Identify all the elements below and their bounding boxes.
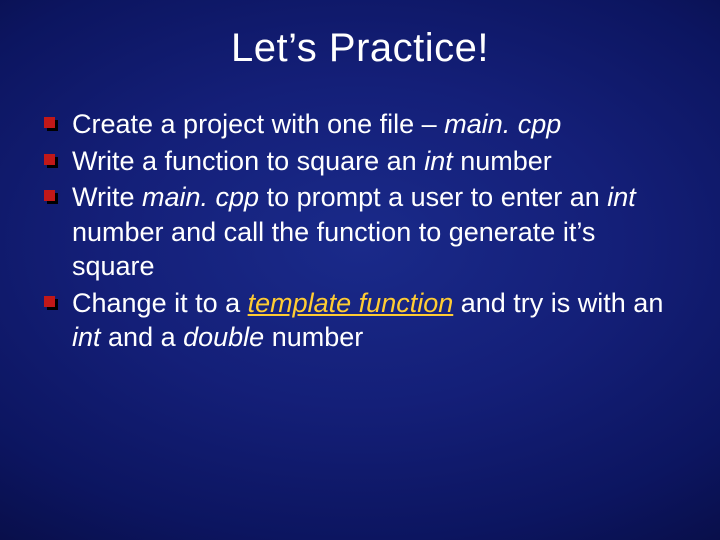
text-run: Write: [72, 182, 142, 212]
italic-text: double: [183, 322, 264, 352]
text-run: and a: [101, 322, 184, 352]
bullet-icon: [44, 154, 58, 168]
italic-text: int: [607, 182, 636, 212]
list-item: Write main. cpp to prompt a user to ente…: [44, 180, 676, 284]
bullet-icon: [44, 296, 58, 310]
slide: Let’s Practice! Create a project with on…: [0, 0, 720, 540]
text-run: Change it to a: [72, 288, 248, 318]
italic-text: int: [72, 322, 101, 352]
text-run: and try is with an: [453, 288, 663, 318]
list-item: Change it to a template function and try…: [44, 286, 676, 355]
text-run: number and call the function to generate…: [72, 217, 595, 282]
bullet-icon: [44, 117, 58, 131]
list-item: Write a function to square an int number: [44, 144, 676, 179]
list-item: Create a project with one file – main. c…: [44, 107, 676, 142]
text-run: Create a project with one file –: [72, 109, 444, 139]
italic-text: main. cpp: [444, 109, 561, 139]
bullet-icon: [44, 190, 58, 204]
highlight-text: template function: [248, 288, 454, 318]
content-area: Create a project with one file – main. c…: [44, 107, 676, 355]
italic-text: int: [424, 146, 453, 176]
text-run: Write a function to square an: [72, 146, 424, 176]
slide-title: Let’s Practice!: [44, 26, 676, 71]
italic-text: main. cpp: [142, 182, 259, 212]
text-run: number: [453, 146, 552, 176]
text-run: number: [264, 322, 363, 352]
text-run: to prompt a user to enter an: [259, 182, 607, 212]
